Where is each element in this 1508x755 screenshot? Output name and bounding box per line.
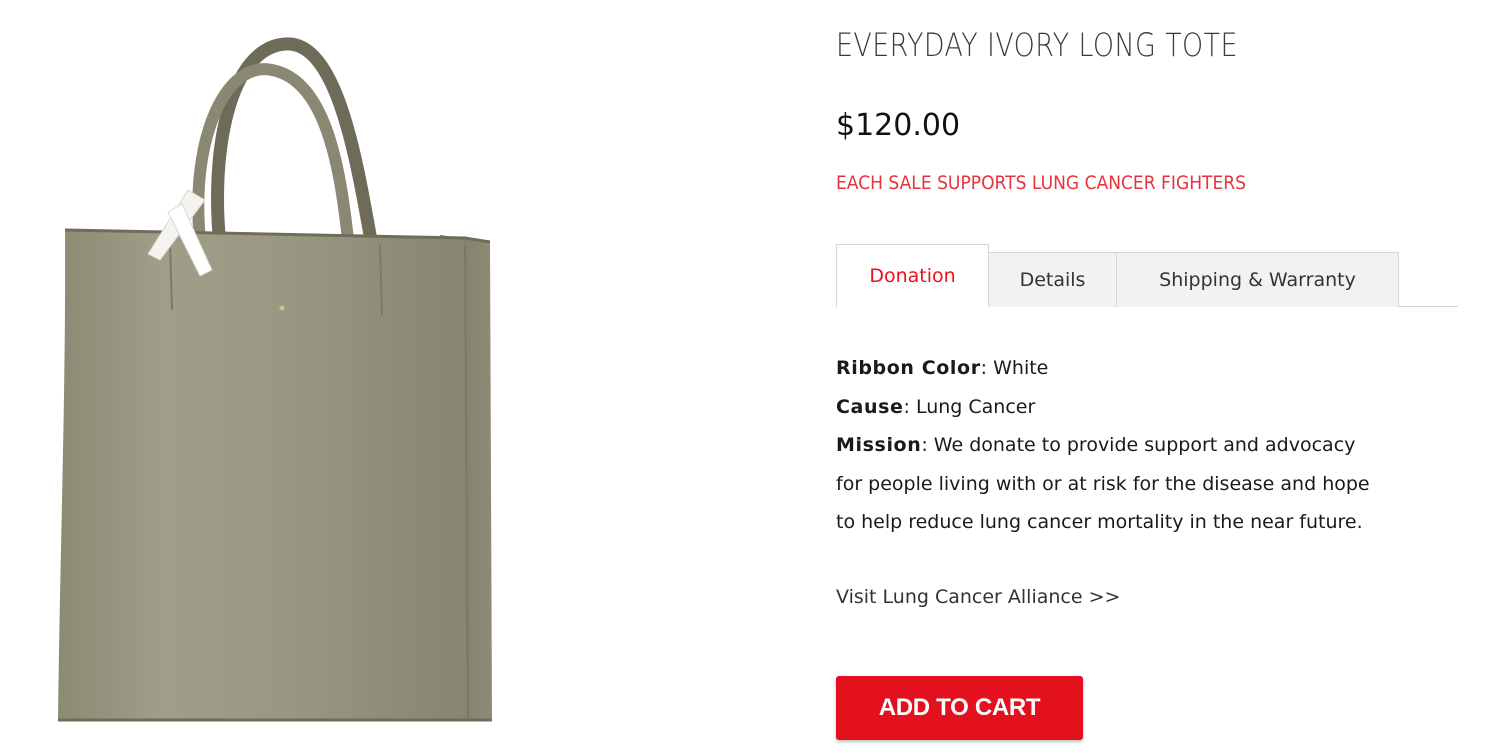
mission-text-line-2: for people living with or at risk for th… bbox=[836, 472, 1370, 495]
product-tabs: Donation Details Shipping & Warranty bbox=[836, 244, 1458, 308]
product-price: $120.00 bbox=[836, 108, 961, 143]
mission-row: Mission: We donate to provide support an… bbox=[836, 434, 1370, 533]
mission-text-line-1: We donate to provide support and advocac… bbox=[933, 434, 1356, 456]
tab-shipping-warranty[interactable]: Shipping & Warranty bbox=[1116, 252, 1399, 307]
product-title: EVERYDAY IVORY LONG TOTE bbox=[836, 26, 1238, 64]
tab-details[interactable]: Details bbox=[988, 252, 1117, 307]
ribbon-color-label: Ribbon Color bbox=[836, 357, 981, 379]
ribbon-color-value: White bbox=[993, 357, 1049, 379]
tab-donation[interactable]: Donation bbox=[836, 244, 989, 308]
donation-panel: Ribbon Color: White Cause: Lung Cancer M… bbox=[836, 349, 1466, 542]
ribbon-color-row: Ribbon Color: White bbox=[836, 357, 1049, 379]
product-image bbox=[40, 30, 560, 730]
add-to-cart-button[interactable]: ADD TO CART bbox=[836, 676, 1083, 740]
visit-alliance-link[interactable]: Visit Lung Cancer Alliance >> bbox=[836, 586, 1120, 608]
cause-row: Cause: Lung Cancer bbox=[836, 395, 1036, 418]
mission-label: Mission bbox=[836, 434, 922, 456]
product-page: EVERYDAY IVORY LONG TOTE $120.00 EACH SA… bbox=[0, 0, 1508, 755]
donation-tagline: EACH SALE SUPPORTS LUNG CANCER FIGHTERS bbox=[836, 172, 1247, 194]
cause-label: Cause bbox=[836, 395, 904, 418]
mission-text-line-3: to help reduce lung cancer mortality in … bbox=[836, 511, 1363, 533]
cause-value: Lung Cancer bbox=[915, 395, 1036, 418]
tote-bag-illustration bbox=[58, 37, 492, 722]
